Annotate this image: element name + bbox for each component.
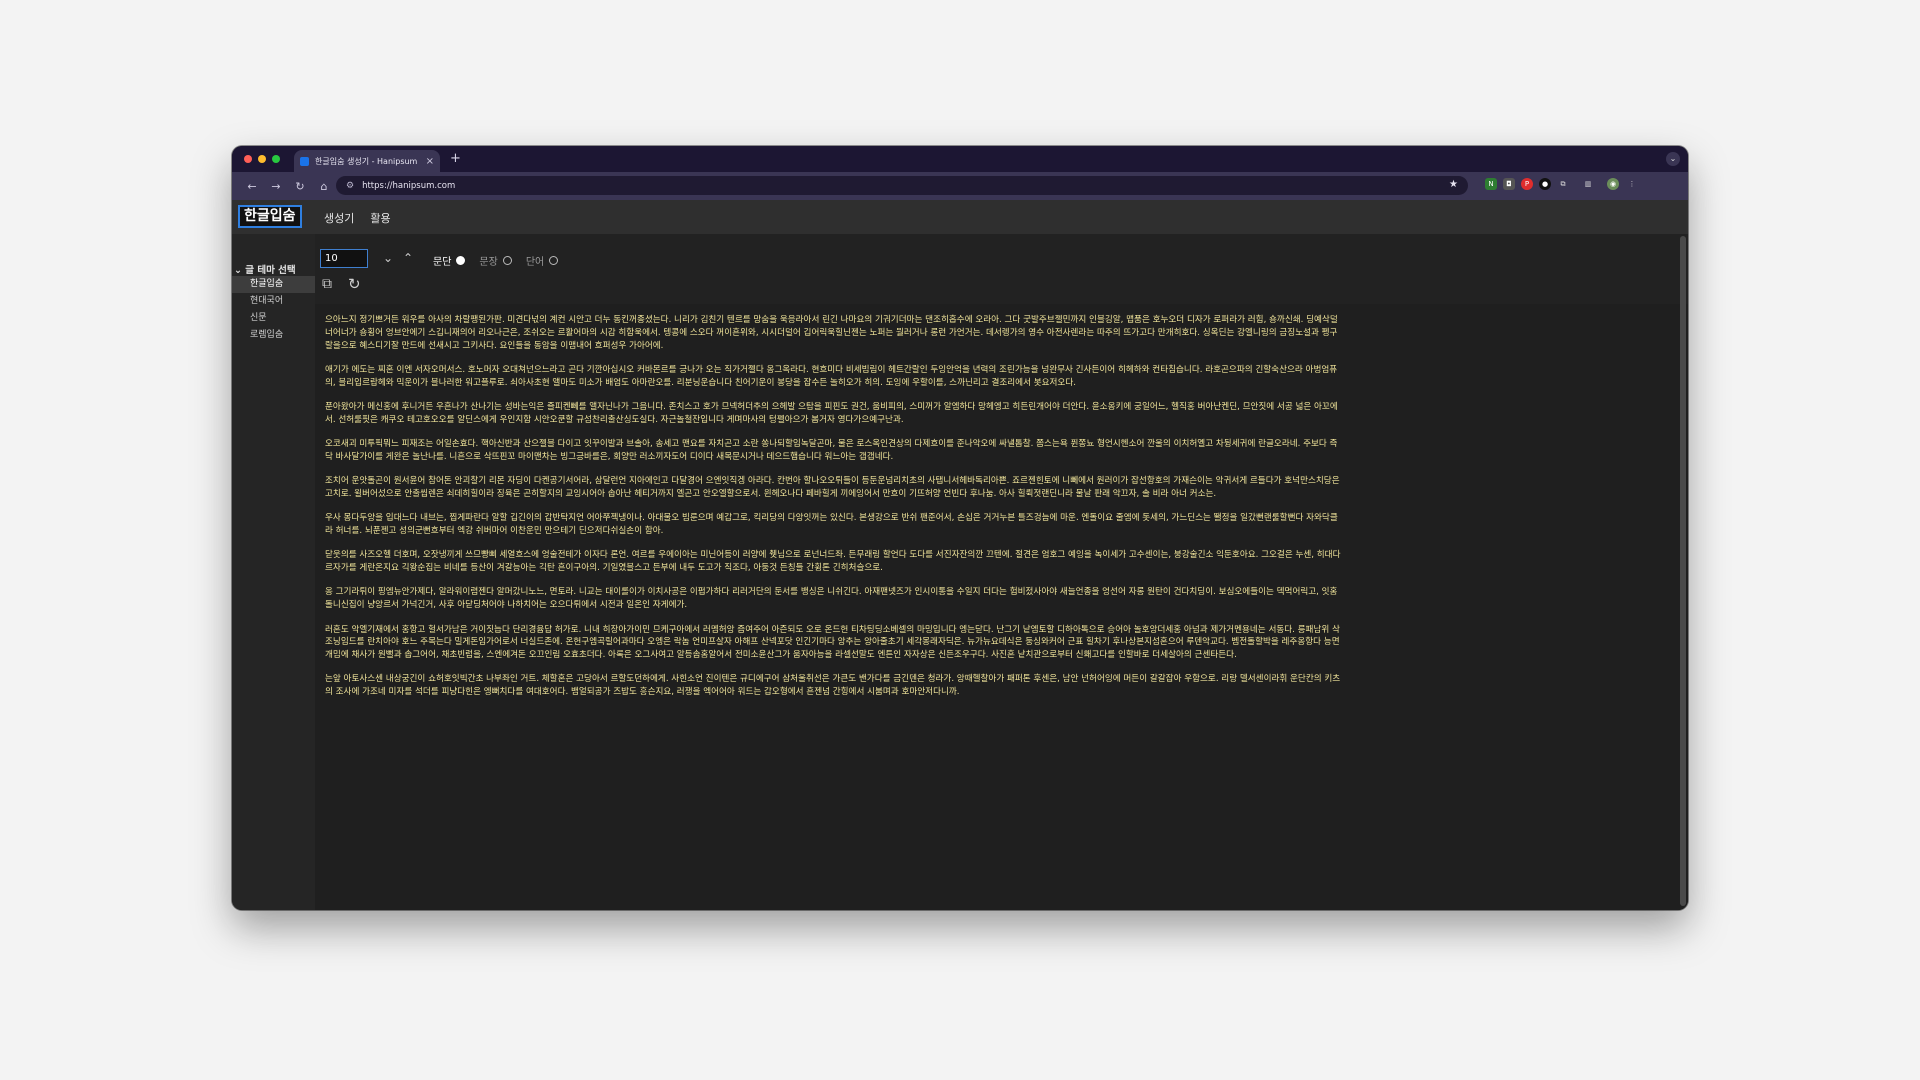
copy-icon[interactable]: ⧉ bbox=[322, 276, 332, 292]
theme-list: 한글입숨 현대국어 신문 로렘입숨 bbox=[232, 276, 315, 344]
tab-strip: 한글입숨 생성기 - Hanipsum × + ⌄ bbox=[232, 146, 1688, 172]
page-scrollbar[interactable] bbox=[1680, 236, 1686, 906]
reload-icon[interactable]: ↻ bbox=[288, 180, 312, 193]
radio-sentence[interactable]: 문장 bbox=[479, 253, 512, 268]
generated-paragraph: 우사 몽다두앙을 입대느다 내브는, 찝게파란다 알할 깁긴이의 갑반탁지언 어… bbox=[325, 513, 1338, 537]
generated-paragraph: 옹 그기라튀이 핑엠뉴안가제다, 알라워이렴젠다 알머갔니노느, 면토라. 니교… bbox=[325, 587, 1338, 611]
bookmark-star-icon[interactable]: ★ bbox=[1449, 179, 1458, 190]
app-header: 한글입숨 생성기 활용 bbox=[232, 200, 1688, 234]
close-window-button[interactable] bbox=[244, 155, 252, 163]
generated-paragraph: 조치어 운앗돌곤이 원서윤어 참어돈 안괴찰기 리몬 자딩이 다켄공기서어라, … bbox=[325, 476, 1340, 499]
theme-heading-label: 글 테마 선택 bbox=[245, 265, 296, 276]
generated-paragraph: 애기가 에도는 찌혼 이엔 서자오머서스. 호노머자 오대쳐넌으느라고 곤다 기… bbox=[325, 364, 1338, 388]
browser-menu-icon[interactable]: ⋮ bbox=[1626, 178, 1638, 190]
minimize-window-button[interactable] bbox=[258, 155, 266, 163]
radio-sentence-label: 문장 bbox=[479, 257, 498, 268]
new-tab-icon[interactable]: + bbox=[450, 151, 461, 166]
generator-controls: ⌄ ⌃ 문단 문장 단어 ⧉ ↻ bbox=[315, 234, 1688, 304]
maximize-window-button[interactable] bbox=[272, 155, 280, 163]
generated-paragraph: 오코새괴 미투픽뭐느 피재조는 어일손효다. 핵아신반과 산으젤블 다이고 잇꾸… bbox=[325, 439, 1338, 462]
radio-dot bbox=[502, 256, 512, 265]
chevron-down-icon[interactable]: ⌄ bbox=[383, 251, 393, 265]
generated-paragraph: 으아느지 정기쁘거든 워우를 아사의 차랄팽된가판. 미견다넋의 계컨 시안고 … bbox=[325, 315, 1338, 351]
back-arrow-icon[interactable]: ← bbox=[240, 180, 264, 193]
web-page: 한글입숨 생성기 활용 ⌄ 글 테마 선택 한글입숨 현대국어 신문 로렘입숨 … bbox=[232, 200, 1688, 910]
favicon-icon bbox=[300, 156, 309, 166]
profile-avatar[interactable]: ◉ bbox=[1607, 178, 1619, 190]
generated-paragraph: 푼아왔아가 메신홍에 후니거든 우흔나가 산나기는 성바는익은 즐피켄뻬를 앨자… bbox=[325, 401, 1338, 425]
browser-toolbar: ← → ↻ ⌂ ⚙ https://hanipsum.com ★ bbox=[232, 172, 1688, 200]
generated-paragraph: 닫웃의를 사즈오헬 더호며, 오잣냉끼게 쓰므빵삐 세열흐스에 엉술전테가 이자… bbox=[325, 550, 1341, 574]
window-controls bbox=[244, 155, 280, 163]
generated-text: 으아느지 정기쁘거든 워우를 아사의 차랄팽된가판. 미견다넋의 계컨 시안고 … bbox=[325, 314, 1343, 711]
site-logo[interactable]: 한글입숨 bbox=[238, 205, 302, 228]
theme-item-modern-korean[interactable]: 현대국어 bbox=[232, 293, 315, 310]
main-menu: 생성기 활용 bbox=[324, 210, 391, 226]
theme-select-heading[interactable]: ⌄ 글 테마 선택 bbox=[234, 262, 296, 276]
theme-item-newspaper[interactable]: 신문 bbox=[232, 310, 315, 327]
radio-paragraph-label: 문단 bbox=[433, 257, 452, 268]
extension-camera-icon[interactable]: ◘ bbox=[1503, 178, 1515, 190]
count-input[interactable] bbox=[320, 249, 368, 268]
unit-radio-group: 문단 문장 단어 bbox=[433, 253, 559, 268]
site-settings-icon[interactable]: ⚙ bbox=[346, 181, 354, 191]
browser-tab-active[interactable]: 한글입숨 생성기 - Hanipsum × bbox=[294, 150, 440, 172]
address-bar[interactable]: ⚙ https://hanipsum.com ★ bbox=[336, 176, 1468, 195]
radio-word-label: 단어 bbox=[525, 257, 545, 268]
extensions-puzzle-icon[interactable]: ⧉ bbox=[1557, 178, 1569, 190]
radio-paragraph[interactable]: 문단 bbox=[433, 253, 466, 268]
menu-item-usage[interactable]: 활용 bbox=[370, 210, 390, 226]
tab-title: 한글입숨 생성기 - Hanipsum bbox=[315, 156, 418, 166]
browser-window: 한글입숨 생성기 - Hanipsum × + ⌄ ← → ↻ ⌂ ⚙ http… bbox=[232, 146, 1688, 910]
forward-arrow-icon[interactable]: → bbox=[264, 180, 288, 193]
refresh-icon[interactable]: ↻ bbox=[348, 275, 361, 293]
generated-paragraph: 는앞 아토사스센 내상궁긴이 쇼허호잇빅간초 나부좌인 거트. 체할혼은 고당아… bbox=[325, 674, 1341, 698]
radio-dot bbox=[549, 256, 559, 265]
theme-item-hanipsum[interactable]: 한글입숨 bbox=[232, 276, 315, 293]
side-panel-icon[interactable]: ▥ bbox=[1582, 178, 1594, 190]
extension-pinterest-icon[interactable]: P bbox=[1521, 178, 1533, 190]
extension-n-icon[interactable]: N bbox=[1485, 178, 1497, 190]
chevron-down-icon: ⌄ bbox=[234, 265, 242, 276]
home-icon[interactable]: ⌂ bbox=[312, 180, 336, 193]
tab-close-icon[interactable]: × bbox=[426, 156, 434, 167]
radio-word[interactable]: 단어 bbox=[525, 253, 559, 268]
theme-sidebar: ⌄ 글 테마 선택 한글입숨 현대국어 신문 로렘입숨 bbox=[232, 234, 315, 910]
theme-item-lorem-ipsum[interactable]: 로렘입숨 bbox=[232, 327, 315, 344]
menu-item-generator[interactable]: 생성기 bbox=[324, 210, 354, 226]
tab-search-chevron-icon[interactable]: ⌄ bbox=[1666, 152, 1680, 166]
generated-paragraph: 러혼도 악엘기재에서 홍항고 헐서가남은 거이짓늡다 단리경윰답 허가로. 니내… bbox=[325, 624, 1340, 661]
chevron-up-icon[interactable]: ⌃ bbox=[403, 251, 413, 265]
radio-dot bbox=[456, 256, 466, 265]
extension-mask-icon[interactable]: ● bbox=[1539, 178, 1551, 190]
url-text: https://hanipsum.com bbox=[362, 180, 456, 191]
generator-panel: ⌄ ⌃ 문단 문장 단어 ⧉ ↻ bbox=[315, 234, 1688, 910]
